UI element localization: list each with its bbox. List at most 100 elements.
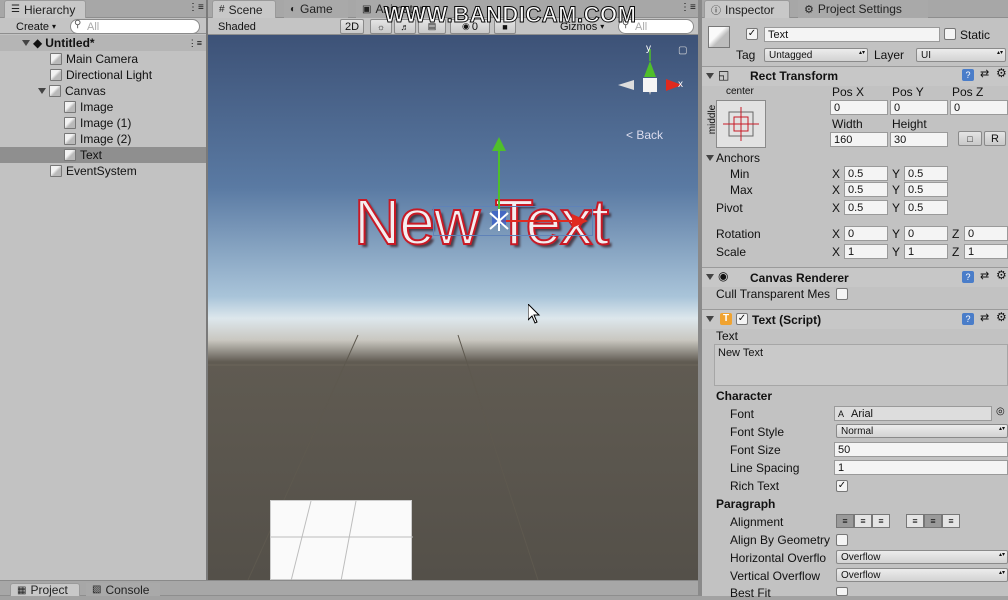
scale-z-field[interactable]: 1 [964, 244, 1008, 259]
expand-arrow-icon[interactable] [38, 88, 46, 94]
font-size-field[interactable]: 50 [834, 442, 1008, 457]
pos-z-field[interactable]: 0 [950, 100, 1008, 115]
help-icon[interactable]: ? [962, 313, 974, 325]
gear-icon[interactable]: ⚙ [996, 310, 1007, 324]
gear-icon[interactable]: ⚙ [996, 66, 1007, 80]
rotation-z-field[interactable]: 0 [964, 226, 1008, 241]
gameobject-icon [64, 133, 76, 145]
hierarchy-item-text[interactable]: Text [0, 147, 206, 163]
expand-arrow-icon[interactable] [706, 316, 714, 322]
anchor-min-y-field[interactable]: 0.5 [904, 166, 948, 181]
font-style-label: Font Style [730, 425, 785, 439]
preset-icon[interactable]: ⇄ [980, 67, 989, 80]
ui-image-quad[interactable] [270, 500, 413, 580]
shading-mode-dropdown[interactable]: Shaded [214, 19, 332, 34]
expand-arrow-icon[interactable] [22, 40, 30, 46]
best-fit-label: Best Fit [730, 586, 771, 600]
align-left-button[interactable]: ≡ [836, 514, 854, 528]
gameobject-icon [50, 69, 62, 81]
anchor-min-x-field[interactable]: 0.5 [844, 166, 888, 181]
scene-root-row[interactable]: ◆ Untitled* ⋮≡ [0, 35, 206, 51]
anchors-label[interactable]: Anchors [716, 151, 760, 165]
tab-game[interactable]: ◐ Game [284, 0, 348, 18]
axis-x-label: X [832, 201, 841, 215]
scene-viewport[interactable]: New Text y x ▢ < Back [208, 35, 698, 580]
layer-dropdown[interactable]: UI [916, 48, 1006, 62]
anchor-max-x-field[interactable]: 0.5 [844, 182, 888, 197]
help-icon[interactable]: ? [962, 271, 974, 283]
hierarchy-search-input[interactable]: All [70, 19, 200, 34]
hierarchy-item-main-camera[interactable]: Main Camera [0, 51, 204, 67]
text-area[interactable]: New Text [714, 344, 1008, 386]
scale-y-field[interactable]: 1 [904, 244, 948, 259]
rotation-x-field[interactable]: 0 [844, 226, 888, 241]
hierarchy-item-image-1[interactable]: Image (1) [0, 115, 204, 131]
preset-icon[interactable]: ⇄ [980, 269, 989, 282]
mode-2d-button[interactable]: 2D [340, 19, 364, 34]
tab-scene[interactable]: # Scene [212, 0, 276, 18]
pos-y-field[interactable]: 0 [890, 100, 948, 115]
line-spacing-field[interactable]: 1 [834, 460, 1008, 475]
static-checkbox[interactable] [944, 28, 956, 40]
height-field[interactable]: 30 [890, 132, 948, 147]
align-middle-button[interactable]: ≡ [924, 514, 942, 528]
rotation-y-field[interactable]: 0 [904, 226, 948, 241]
tag-dropdown[interactable]: Untagged [764, 48, 868, 62]
align-by-geometry-checkbox[interactable] [836, 534, 848, 546]
hierarchy-item-canvas[interactable]: Canvas [0, 83, 204, 99]
scale-x-field[interactable]: 1 [844, 244, 888, 259]
anchor-max-y-field[interactable]: 0.5 [904, 182, 948, 197]
tab-inspector[interactable]: ⓘ Inspector [704, 0, 790, 18]
panel-menu-icon[interactable]: ⋮≡ [680, 2, 696, 13]
horizontal-overflow-dropdown[interactable]: Overflow [836, 550, 1008, 564]
active-checkbox[interactable]: ✓ [746, 28, 758, 40]
create-button[interactable]: Create ▾ [12, 19, 64, 34]
rich-text-checkbox[interactable]: ✓ [836, 480, 848, 492]
pos-x-field[interactable]: 0 [830, 100, 888, 115]
pivot-x-field[interactable]: 0.5 [844, 200, 888, 215]
blueprint-mode-button[interactable]: □ [958, 131, 982, 146]
gizmo-axis-x-label: x [678, 79, 683, 90]
font-style-dropdown[interactable]: Normal [836, 424, 1008, 438]
align-top-button[interactable]: ≡ [906, 514, 924, 528]
tab-hierarchy[interactable]: ☰ Hierarchy [4, 0, 86, 18]
raw-edit-button[interactable]: R [984, 131, 1006, 146]
panel-menu-icon[interactable]: ⋮≡ [188, 2, 204, 13]
hierarchy-item-eventsystem[interactable]: EventSystem [0, 163, 204, 179]
lock-icon[interactable]: ▢ [678, 45, 687, 56]
anchor-preset-button[interactable] [716, 100, 766, 148]
tab-project[interactable]: ▦ Project [10, 583, 80, 597]
hierarchy-item-image[interactable]: Image [0, 99, 204, 115]
tab-console[interactable]: ▧ Console [86, 583, 160, 597]
align-bottom-button[interactable]: ≡ [942, 514, 960, 528]
cull-transparent-checkbox[interactable] [836, 288, 848, 300]
hierarchy-item-directional-light[interactable]: Directional Light [0, 67, 204, 83]
align-right-button[interactable]: ≡ [872, 514, 890, 528]
gameobject-icon [64, 101, 76, 113]
preset-icon[interactable]: ⇄ [980, 311, 989, 324]
scene-menu-icon[interactable]: ⋮≡ [188, 38, 202, 49]
object-name-field[interactable]: Text [764, 27, 940, 42]
expand-arrow-icon[interactable] [706, 155, 714, 161]
move-gizmo[interactable] [432, 131, 588, 271]
back-view-label[interactable]: < Back [626, 128, 663, 142]
vertical-overflow-dropdown[interactable]: Overflow [836, 568, 1008, 582]
align-bottom-icon: ≡ [948, 516, 954, 526]
help-icon[interactable]: ? [962, 69, 974, 81]
gear-icon[interactable]: ⚙ [996, 268, 1007, 282]
best-fit-checkbox[interactable] [836, 587, 848, 596]
width-field[interactable]: 160 [830, 132, 888, 147]
object-picker-icon[interactable]: ◎ [996, 406, 1005, 417]
align-top-icon: ≡ [912, 516, 918, 526]
hierarchy-item-image-2[interactable]: Image (2) [0, 131, 204, 147]
expand-arrow-icon[interactable] [706, 73, 714, 79]
text-enabled-checkbox[interactable]: ✓ [736, 313, 748, 325]
font-field[interactable]: A Arial [834, 406, 992, 421]
recorder-watermark: WWW.BANDICAM.COM [383, 2, 637, 28]
axis-y-label: Y [892, 245, 901, 259]
expand-arrow-icon[interactable] [706, 274, 714, 280]
animator-icon: ▣ [362, 3, 372, 15]
pivot-y-field[interactable]: 0.5 [904, 200, 948, 215]
tab-project-settings[interactable]: ⚙ Project Settings [798, 0, 928, 18]
align-center-button[interactable]: ≡ [854, 514, 872, 528]
